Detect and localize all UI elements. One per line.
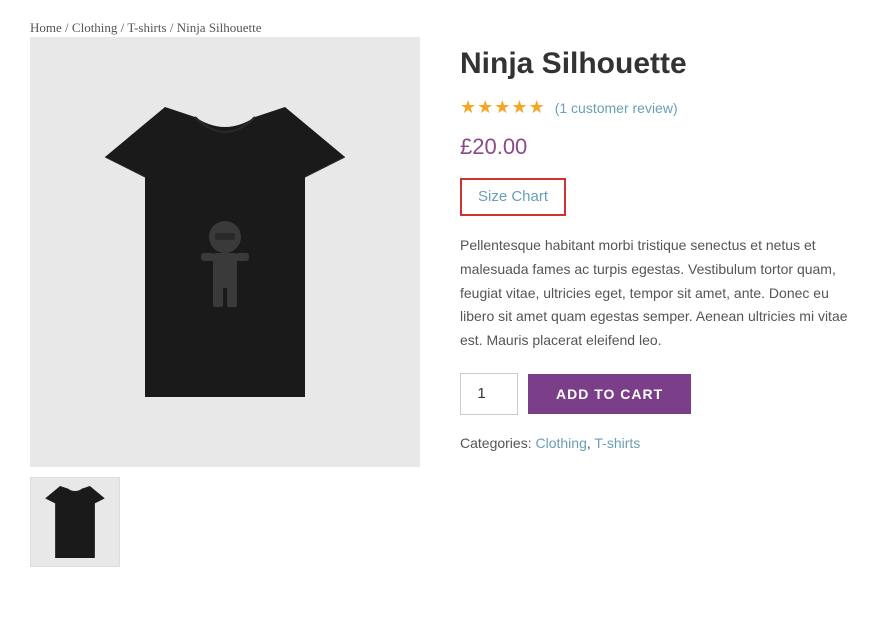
- star-rating: ★ ★ ★ ★ ★: [460, 97, 545, 118]
- breadcrumb: Home / Clothing / T-shirts / Ninja Silho…: [30, 20, 862, 37]
- breadcrumb-tshirts[interactable]: T-shirts: [127, 20, 166, 35]
- breadcrumb-clothing[interactable]: Clothing: [72, 20, 118, 35]
- product-description: Pellentesque habitant morbi tristique se…: [460, 234, 860, 353]
- star-1: ★: [460, 97, 476, 118]
- tshirt-svg-small: [45, 486, 105, 558]
- categories-label: Categories:: [460, 435, 532, 451]
- quantity-input[interactable]: [460, 373, 518, 415]
- product-details: Ninja Silhouette ★ ★ ★ ★ ★ (1 customer r…: [460, 37, 862, 451]
- product-price: £20.00: [460, 134, 862, 160]
- add-to-cart-row: ADD TO CART: [460, 373, 862, 415]
- tshirt-svg-large: [105, 107, 345, 397]
- breadcrumb-current: Ninja Silhouette: [177, 20, 262, 35]
- rating-row: ★ ★ ★ ★ ★ (1 customer review): [460, 97, 862, 118]
- add-to-cart-button[interactable]: ADD TO CART: [528, 374, 691, 414]
- category-clothing[interactable]: Clothing: [535, 435, 586, 451]
- breadcrumb-sep3: /: [170, 20, 177, 35]
- categories-row: Categories: Clothing, T-shirts: [460, 435, 862, 451]
- category-tshirts[interactable]: T-shirts: [594, 435, 640, 451]
- product-title: Ninja Silhouette: [460, 47, 862, 81]
- product-images: [30, 37, 420, 567]
- star-2: ★: [477, 97, 493, 118]
- size-chart-box[interactable]: Size Chart: [460, 178, 566, 216]
- star-4: ★: [511, 97, 527, 118]
- review-link[interactable]: (1 customer review): [555, 100, 678, 116]
- star-5: ★: [529, 97, 545, 118]
- product-thumbnail[interactable]: [30, 477, 120, 567]
- breadcrumb-home[interactable]: Home: [30, 20, 62, 35]
- product-layout: Ninja Silhouette ★ ★ ★ ★ ★ (1 customer r…: [30, 37, 862, 567]
- size-chart-link[interactable]: Size Chart: [478, 188, 548, 205]
- star-3: ★: [494, 97, 510, 118]
- main-product-image[interactable]: [30, 37, 420, 467]
- breadcrumb-sep1: /: [65, 20, 72, 35]
